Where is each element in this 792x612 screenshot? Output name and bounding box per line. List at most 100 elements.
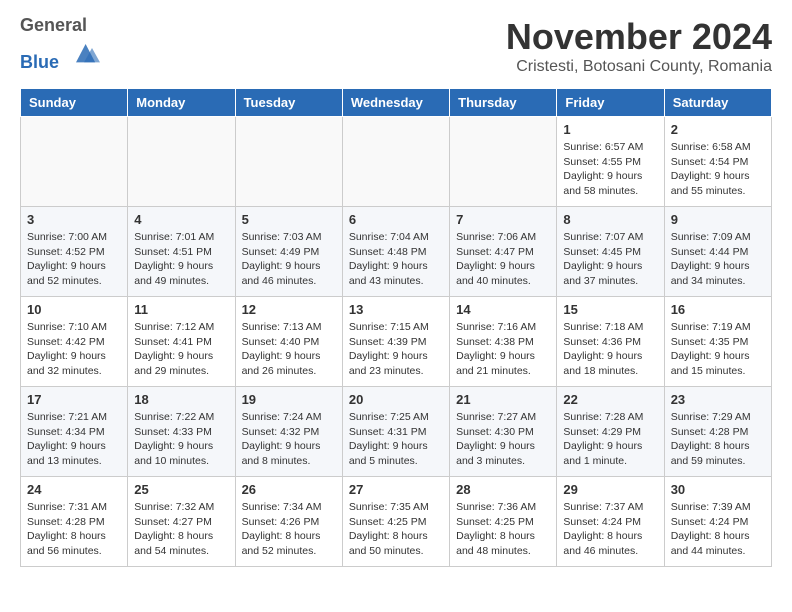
calendar-cell: 11Sunrise: 7:12 AM Sunset: 4:41 PM Dayli…: [128, 297, 235, 387]
day-info: Sunrise: 7:29 AM Sunset: 4:28 PM Dayligh…: [671, 410, 765, 469]
calendar-table: Sunday Monday Tuesday Wednesday Thursday…: [20, 88, 772, 567]
day-info: Sunrise: 7:32 AM Sunset: 4:27 PM Dayligh…: [134, 500, 228, 559]
logo-general-text: General: [20, 15, 87, 35]
calendar-cell: 23 Sunrise: 7:29 AM Sunset: 4:28 PM Dayli…: [664, 387, 771, 477]
calendar-cell: 16 Sunrise: 7:19 AM Sunset: 4:35 PM Dayli…: [664, 297, 771, 387]
calendar-week-row: 24 Sunrise: 7:31 AM Sunset: 4:28 PM Dayli…: [21, 477, 772, 567]
calendar-cell: [21, 117, 128, 207]
calendar-cell: 26Sunrise: 7:34 AM Sunset: 4:26 PM Dayli…: [235, 477, 342, 567]
day-info: Sunrise: 7:24 AM Sunset: 4:32 PM Dayligh…: [242, 410, 336, 469]
calendar-cell: 19Sunrise: 7:24 AM Sunset: 4:32 PM Dayli…: [235, 387, 342, 477]
day-number: 13: [349, 302, 443, 317]
day-info: Sunrise: 7:13 AM Sunset: 4:40 PM Dayligh…: [242, 320, 336, 379]
location-subtitle: Cristesti, Botosani County, Romania: [506, 58, 772, 76]
calendar-cell: 27 Sunrise: 7:35 AM Sunset: 4:25 PM Dayli…: [342, 477, 449, 567]
day-number: 10: [27, 302, 121, 317]
day-info: Sunrise: 7:03 AM Sunset: 4:49 PM Dayligh…: [242, 230, 336, 289]
day-info: Sunrise: 7:27 AM Sunset: 4:30 PM Dayligh…: [456, 410, 550, 469]
calendar-cell: 21 Sunrise: 7:27 AM Sunset: 4:30 PM Dayli…: [450, 387, 557, 477]
title-section: November 2024 Cristesti, Botosani County…: [506, 16, 772, 76]
calendar-cell: [128, 117, 235, 207]
calendar-week-row: 10Sunrise: 7:10 AM Sunset: 4:42 PM Dayli…: [21, 297, 772, 387]
calendar-cell: 12 Sunrise: 7:13 AM Sunset: 4:40 PM Dayli…: [235, 297, 342, 387]
day-number: 9: [671, 212, 765, 227]
day-number: 26: [242, 482, 336, 497]
calendar-cell: 8 Sunrise: 7:07 AM Sunset: 4:45 PM Daylig…: [557, 207, 664, 297]
calendar-cell: 15 Sunrise: 7:18 AM Sunset: 4:36 PM Dayli…: [557, 297, 664, 387]
day-info: Sunrise: 6:58 AM Sunset: 4:54 PM Dayligh…: [671, 140, 765, 199]
col-tuesday: Tuesday: [235, 89, 342, 117]
day-number: 25: [134, 482, 228, 497]
calendar-cell: 30 Sunrise: 7:39 AM Sunset: 4:24 PM Dayli…: [664, 477, 771, 567]
col-wednesday: Wednesday: [342, 89, 449, 117]
col-saturday: Saturday: [664, 89, 771, 117]
calendar-cell: 3 Sunrise: 7:00 AM Sunset: 4:52 PM Daylig…: [21, 207, 128, 297]
calendar-cell: 25 Sunrise: 7:32 AM Sunset: 4:27 PM Dayli…: [128, 477, 235, 567]
day-number: 21: [456, 392, 550, 407]
logo-icon: [68, 36, 100, 68]
day-info: Sunrise: 7:25 AM Sunset: 4:31 PM Dayligh…: [349, 410, 443, 469]
calendar-cell: 4Sunrise: 7:01 AM Sunset: 4:51 PM Daylig…: [128, 207, 235, 297]
day-number: 24: [27, 482, 121, 497]
day-number: 18: [134, 392, 228, 407]
day-info: Sunrise: 7:12 AM Sunset: 4:41 PM Dayligh…: [134, 320, 228, 379]
day-info: Sunrise: 7:09 AM Sunset: 4:44 PM Dayligh…: [671, 230, 765, 289]
day-info: Sunrise: 7:21 AM Sunset: 4:34 PM Dayligh…: [27, 410, 121, 469]
day-info: Sunrise: 7:39 AM Sunset: 4:24 PM Dayligh…: [671, 500, 765, 559]
day-info: Sunrise: 7:28 AM Sunset: 4:29 PM Dayligh…: [563, 410, 657, 469]
calendar-cell: 7Sunrise: 7:06 AM Sunset: 4:47 PM Daylig…: [450, 207, 557, 297]
day-number: 15: [563, 302, 657, 317]
day-number: 28: [456, 482, 550, 497]
day-info: Sunrise: 7:07 AM Sunset: 4:45 PM Dayligh…: [563, 230, 657, 289]
day-info: Sunrise: 7:15 AM Sunset: 4:39 PM Dayligh…: [349, 320, 443, 379]
calendar-week-row: 3 Sunrise: 7:00 AM Sunset: 4:52 PM Daylig…: [21, 207, 772, 297]
day-info: Sunrise: 7:31 AM Sunset: 4:28 PM Dayligh…: [27, 500, 121, 559]
day-info: Sunrise: 7:04 AM Sunset: 4:48 PM Dayligh…: [349, 230, 443, 289]
day-info: Sunrise: 7:35 AM Sunset: 4:25 PM Dayligh…: [349, 500, 443, 559]
day-number: 8: [563, 212, 657, 227]
day-number: 4: [134, 212, 228, 227]
calendar-cell: 5Sunrise: 7:03 AM Sunset: 4:49 PM Daylig…: [235, 207, 342, 297]
day-info: Sunrise: 7:22 AM Sunset: 4:33 PM Dayligh…: [134, 410, 228, 469]
calendar-cell: 29Sunrise: 7:37 AM Sunset: 4:24 PM Dayli…: [557, 477, 664, 567]
day-number: 30: [671, 482, 765, 497]
calendar-cell: 22 Sunrise: 7:28 AM Sunset: 4:29 PM Dayli…: [557, 387, 664, 477]
day-number: 12: [242, 302, 336, 317]
day-info: Sunrise: 7:06 AM Sunset: 4:47 PM Dayligh…: [456, 230, 550, 289]
calendar-cell: [342, 117, 449, 207]
logo-blue-text: Blue: [20, 52, 59, 72]
day-number: 6: [349, 212, 443, 227]
calendar-cell: 9 Sunrise: 7:09 AM Sunset: 4:44 PM Daylig…: [664, 207, 771, 297]
calendar-cell: 28 Sunrise: 7:36 AM Sunset: 4:25 PM Dayli…: [450, 477, 557, 567]
col-friday: Friday: [557, 89, 664, 117]
day-info: Sunrise: 7:19 AM Sunset: 4:35 PM Dayligh…: [671, 320, 765, 379]
calendar-cell: 6 Sunrise: 7:04 AM Sunset: 4:48 PM Daylig…: [342, 207, 449, 297]
day-info: Sunrise: 7:36 AM Sunset: 4:25 PM Dayligh…: [456, 500, 550, 559]
day-number: 2: [671, 122, 765, 137]
day-number: 14: [456, 302, 550, 317]
day-number: 1: [563, 122, 657, 137]
header: General Blue November 2024 Cristesti, Bo…: [20, 16, 772, 76]
calendar-cell: 24 Sunrise: 7:31 AM Sunset: 4:28 PM Dayli…: [21, 477, 128, 567]
day-info: Sunrise: 7:16 AM Sunset: 4:38 PM Dayligh…: [456, 320, 550, 379]
day-number: 23: [671, 392, 765, 407]
calendar-cell: 2 Sunrise: 6:58 AM Sunset: 4:54 PM Daylig…: [664, 117, 771, 207]
calendar-cell: 10Sunrise: 7:10 AM Sunset: 4:42 PM Dayli…: [21, 297, 128, 387]
month-title: November 2024: [506, 16, 772, 58]
calendar-cell: 18 Sunrise: 7:22 AM Sunset: 4:33 PM Dayli…: [128, 387, 235, 477]
col-monday: Monday: [128, 89, 235, 117]
day-info: Sunrise: 7:18 AM Sunset: 4:36 PM Dayligh…: [563, 320, 657, 379]
calendar-cell: [450, 117, 557, 207]
calendar-cell: 1Sunrise: 6:57 AM Sunset: 4:55 PM Daylig…: [557, 117, 664, 207]
day-number: 17: [27, 392, 121, 407]
calendar-week-row: 17 Sunrise: 7:21 AM Sunset: 4:34 PM Dayli…: [21, 387, 772, 477]
calendar-body: 1Sunrise: 6:57 AM Sunset: 4:55 PM Daylig…: [21, 117, 772, 567]
day-info: Sunrise: 7:00 AM Sunset: 4:52 PM Dayligh…: [27, 230, 121, 289]
day-number: 16: [671, 302, 765, 317]
calendar-header: Sunday Monday Tuesday Wednesday Thursday…: [21, 89, 772, 117]
calendar-cell: [235, 117, 342, 207]
day-number: 29: [563, 482, 657, 497]
day-number: 22: [563, 392, 657, 407]
day-number: 3: [27, 212, 121, 227]
day-number: 27: [349, 482, 443, 497]
